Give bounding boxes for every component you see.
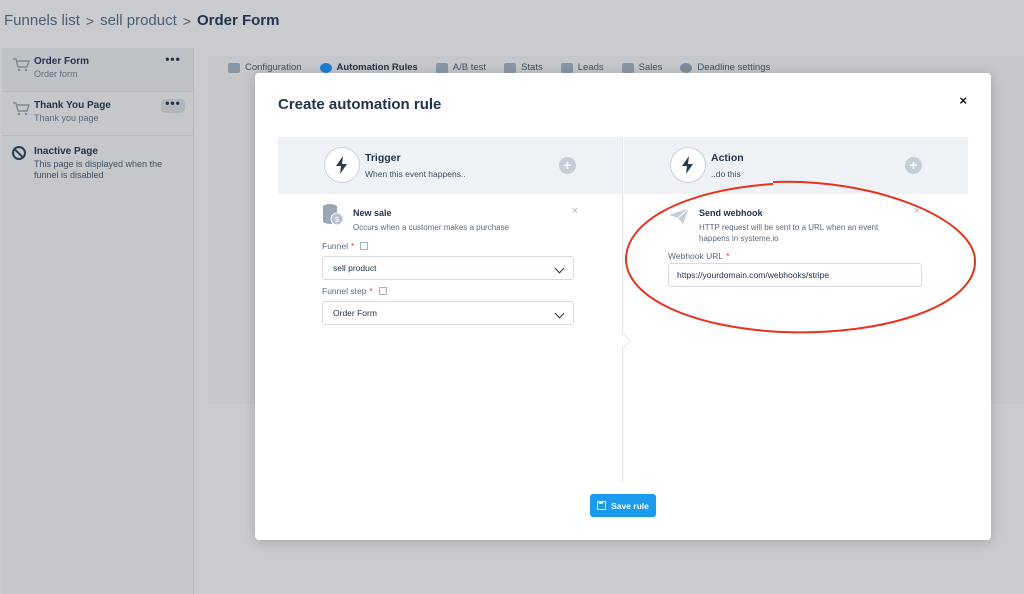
column-divider <box>622 137 623 483</box>
coins-icon: $ <box>323 204 344 226</box>
tab-label: Leads <box>577 62 604 73</box>
action-card-title: Send webhook <box>699 208 763 218</box>
trigger-card-subtitle: Occurs when a customer makes a purchase <box>353 223 510 232</box>
step-menu-button[interactable]: ••• <box>161 53 185 69</box>
ban-icon <box>12 146 26 160</box>
add-trigger-button[interactable]: + <box>559 157 576 174</box>
inactive-description: This page is displayed when the funnel i… <box>34 159 163 180</box>
funnel-step-select-value: Order Form <box>333 308 377 318</box>
bolt-icon <box>319 62 332 73</box>
funnel-step-select[interactable]: Order Form <box>322 301 574 325</box>
tab-label: Configuration <box>245 62 302 73</box>
breadcrumb-funnel[interactable]: sell product <box>100 12 177 29</box>
sliders-icon <box>228 62 240 73</box>
svg-text:$: $ <box>335 217 339 224</box>
sidebar-step-order-form[interactable]: Order Form Order form ••• <box>2 48 193 92</box>
external-link-icon[interactable] <box>360 242 369 250</box>
required-mark: * <box>726 251 730 261</box>
bolt-icon <box>324 147 360 183</box>
webhook-url-label-text: Webhook URL <box>668 251 724 261</box>
step-subtitle: Order form <box>34 69 78 79</box>
ab-test-icon <box>435 62 448 73</box>
required-mark: * <box>351 241 355 251</box>
chevron-down-icon <box>554 308 565 319</box>
cart-icon <box>13 58 30 72</box>
save-rule-button[interactable]: Save rule <box>590 494 656 517</box>
action-header: Action ..do this + <box>624 137 968 194</box>
clock-icon <box>680 62 693 73</box>
tab-label: Deadline settings <box>697 62 771 73</box>
funnel-field-label: Funnel * <box>322 241 369 251</box>
remove-trigger-icon[interactable]: × <box>572 205 578 217</box>
tab-sales[interactable]: Sales <box>621 62 663 73</box>
create-automation-rule-modal: Create automation rule × Trigger When th… <box>255 73 991 540</box>
step-menu-button[interactable]: ••• <box>161 97 185 113</box>
modal-title: Create automation rule <box>278 96 442 113</box>
step-subtitle: Thank you page <box>34 113 99 123</box>
paper-plane-icon <box>669 207 690 224</box>
breadcrumb-separator: > <box>182 12 191 29</box>
action-subtitle: ..do this <box>711 169 741 179</box>
tab-label: Stats <box>521 62 543 73</box>
chevron-down-icon <box>554 263 565 274</box>
funnel-step-label-text: Funnel step <box>322 286 367 296</box>
webhook-url-input[interactable]: https://yourdomain.com/webhooks/stripe <box>668 263 922 287</box>
tab-leads[interactable]: Leads <box>560 62 604 73</box>
tab-label: Sales <box>638 62 663 73</box>
tab-deadline-settings[interactable]: Deadline settings <box>680 62 770 73</box>
breadcrumb-funnels-list[interactable]: Funnels list <box>4 12 80 29</box>
funnel-label-text: Funnel <box>322 241 348 251</box>
save-rule-label: Save rule <box>611 500 649 511</box>
trigger-card-title: New sale <box>353 208 392 218</box>
external-link-icon[interactable] <box>378 287 387 295</box>
breadcrumb-current: Order Form <box>196 12 280 29</box>
tab-ab-test[interactable]: A/B test <box>435 62 487 73</box>
rule-builder: Trigger When this event happens.. + Acti… <box>278 137 968 487</box>
funnel-select[interactable]: sell product <box>322 256 574 280</box>
trigger-header: Trigger When this event happens.. + <box>278 137 622 194</box>
required-mark: * <box>369 286 373 296</box>
funnel-steps-sidebar: Order Form Order form ••• Thank You Page… <box>2 48 194 594</box>
tab-stats[interactable]: Stats <box>504 62 543 73</box>
save-icon <box>597 501 607 510</box>
breadcrumb-separator: > <box>85 12 95 29</box>
trigger-title: Trigger <box>365 152 401 164</box>
trigger-subtitle: When this event happens.. <box>365 169 466 179</box>
tab-configuration[interactable]: Configuration <box>228 62 302 73</box>
sidebar-step-thank-you[interactable]: Thank You Page Thank you page ••• <box>2 92 193 136</box>
webhook-url-label: Webhook URL * <box>668 251 729 261</box>
action-title: Action <box>711 152 744 164</box>
funnel-select-value: sell product <box>333 263 377 273</box>
tab-automation-rules[interactable]: Automation Rules <box>319 62 418 73</box>
tab-label: Automation Rules <box>336 62 418 73</box>
divider-arrow <box>622 333 631 349</box>
breadcrumb: Funnels list > sell product > Order Form <box>4 12 279 29</box>
sidebar-inactive-page[interactable]: Inactive Page This page is displayed whe… <box>2 136 193 189</box>
tab-label: A/B test <box>452 62 487 73</box>
action-card-subtitle: HTTP request will be sent to a URL when … <box>699 223 879 243</box>
remove-action-icon[interactable]: × <box>914 205 920 217</box>
funnel-step-field-label: Funnel step * <box>322 286 387 296</box>
bolt-icon <box>670 147 706 183</box>
dollar-icon <box>621 62 634 73</box>
inactive-title: Inactive Page <box>34 146 98 157</box>
add-action-button[interactable]: + <box>905 157 922 174</box>
tab-bar: Configuration Automation Rules A/B test … <box>208 56 1024 73</box>
chart-icon <box>504 62 517 73</box>
cart-icon <box>13 102 30 116</box>
webhook-url-value: https://yourdomain.com/webhooks/stripe <box>677 270 830 280</box>
users-icon <box>560 62 573 73</box>
close-icon[interactable]: × <box>959 93 967 108</box>
